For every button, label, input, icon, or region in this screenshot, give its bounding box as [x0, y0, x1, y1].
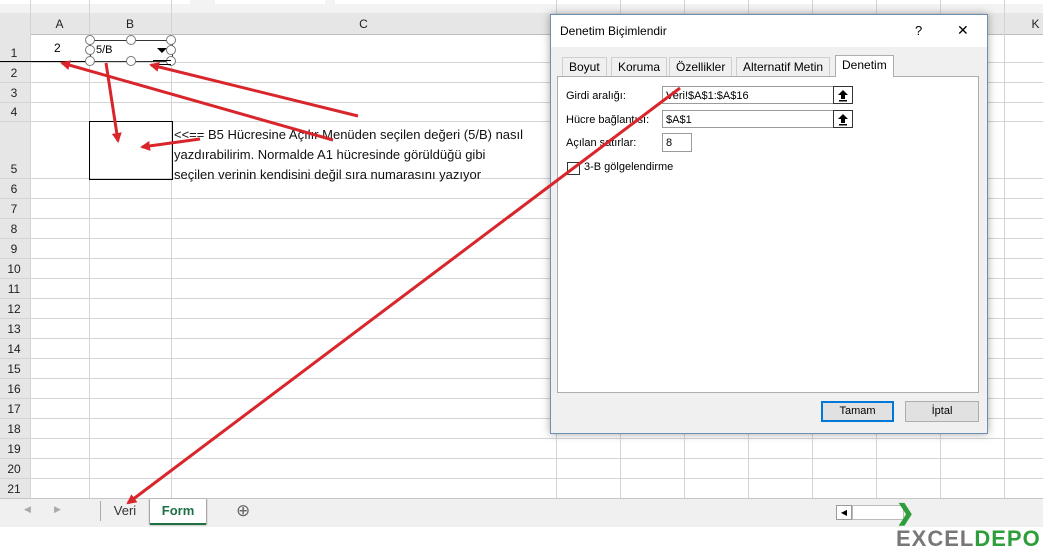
- cell-b5-outline[interactable]: [89, 121, 173, 180]
- add-sheet-icon[interactable]: ⊕: [236, 501, 250, 521]
- row-header-2[interactable]: 2: [0, 66, 28, 80]
- tab-denetim[interactable]: Denetim: [835, 55, 894, 77]
- column-header-b[interactable]: B: [89, 17, 171, 31]
- row-header-11[interactable]: 11: [0, 282, 28, 296]
- hscroll-left-icon[interactable]: ◀: [836, 505, 852, 520]
- resize-handle-top-left[interactable]: [85, 35, 95, 45]
- tab-koruma[interactable]: Koruma: [611, 57, 668, 76]
- row-header-20[interactable]: 20: [0, 462, 28, 476]
- cell-b1-underline: [153, 60, 171, 65]
- row-header-1[interactable]: 1: [0, 46, 28, 60]
- row-header-9[interactable]: 9: [0, 242, 28, 256]
- row-header-19[interactable]: 19: [0, 442, 28, 456]
- row-header-6[interactable]: 6: [0, 182, 28, 196]
- row-header-12[interactable]: 12: [0, 302, 28, 316]
- scroll-tabs-left-icon[interactable]: ◀: [24, 504, 31, 515]
- tab-divider: [100, 501, 101, 521]
- ok-button[interactable]: Tamam: [821, 401, 894, 422]
- grid-hline: [0, 438, 1043, 439]
- resize-handle-bottom-left[interactable]: [85, 56, 95, 66]
- column-header-k[interactable]: K: [1028, 17, 1043, 31]
- column-header-c[interactable]: C: [171, 17, 556, 31]
- grid-vline: [30, 0, 31, 498]
- denetim-panel: Girdi aralığı: Veri!$A$1:$A$16 Hücre bağ…: [557, 76, 979, 393]
- row-header-14[interactable]: 14: [0, 342, 28, 356]
- grid-vline: [1004, 0, 1005, 498]
- row-header-7[interactable]: 7: [0, 202, 28, 216]
- dropdown-lines-field[interactable]: 8: [662, 133, 692, 152]
- formula-bar-edge-2: [335, 0, 1043, 4]
- resize-handle-left[interactable]: [85, 45, 95, 55]
- cell-a1-border: [0, 61, 89, 62]
- row-header-18[interactable]: 18: [0, 422, 28, 436]
- scroll-tabs-right-icon[interactable]: ▶: [54, 504, 61, 515]
- tab-form-label: Form: [161, 503, 195, 518]
- watermark-logo: ❯EXCELDEPO: [896, 500, 1041, 551]
- grid-hline: [0, 478, 1043, 479]
- dialog-title: Denetim Biçimlendir: [560, 24, 667, 38]
- row-header-8[interactable]: 8: [0, 222, 28, 236]
- sheet-tab-bar: ◀ ▶ Veri Form ⊕ ◀ ❯EXCELDEPO: [0, 498, 1043, 551]
- note-line-1: <<== B5 Hücresine Açılır Menüden seçilen…: [174, 127, 524, 142]
- row-header-16[interactable]: 16: [0, 382, 28, 396]
- dialog-titlebar[interactable]: Denetim Biçimlendir ? ✕: [551, 15, 987, 47]
- tab-veri[interactable]: Veri: [104, 499, 146, 523]
- resize-handle-bottom[interactable]: [126, 56, 136, 66]
- note-line-2: yazdırabilirim. Normalde A1 hücresinde g…: [174, 147, 486, 162]
- input-range-label: Girdi aralığı:: [566, 90, 626, 102]
- row-header-4[interactable]: 4: [0, 105, 28, 119]
- grid-vline: [171, 0, 172, 498]
- note-line-3: seçilen verinin kendisini değil sıra num…: [174, 167, 482, 182]
- dropdown-value: 5/B: [96, 44, 113, 56]
- cell-link-field[interactable]: $A$1: [662, 110, 834, 128]
- cell-link-label: Hücre bağlantısı:: [566, 114, 650, 126]
- cell-a1-value[interactable]: 2: [54, 41, 61, 55]
- tab-form[interactable]: Form: [150, 499, 206, 525]
- shading-checkbox[interactable]: [567, 162, 580, 175]
- resize-handle-top-right[interactable]: [166, 35, 176, 45]
- row-header-13[interactable]: 13: [0, 322, 28, 336]
- column-header-a[interactable]: A: [30, 17, 89, 31]
- ribbon-edge: [0, 0, 1043, 13]
- tab-ozellikler[interactable]: Özellikler: [669, 57, 733, 76]
- cancel-button[interactable]: İptal: [905, 401, 979, 422]
- input-range-field[interactable]: Veri!$A$1:$A$16: [662, 86, 834, 104]
- resize-handle-top[interactable]: [126, 35, 136, 45]
- dropdown-lines-label: Açılan satırlar:: [566, 137, 637, 149]
- format-control-dialog[interactable]: Denetim Biçimlendir ? ✕ Boyut Koruma Öze…: [550, 14, 988, 434]
- name-box-edge: [0, 0, 190, 4]
- tab-alternatif-metin[interactable]: Alternatif Metin: [736, 57, 831, 76]
- row-header-5[interactable]: 5: [0, 162, 28, 176]
- shading-label: 3-B gölgelendirme: [584, 161, 674, 173]
- grid-hline: [0, 458, 1043, 459]
- close-icon[interactable]: ✕: [957, 22, 969, 39]
- collapse-link-icon[interactable]: [833, 110, 853, 128]
- row-header-17[interactable]: 17: [0, 402, 28, 416]
- row-header-10[interactable]: 10: [0, 262, 28, 276]
- row-header-3[interactable]: 3: [0, 86, 28, 100]
- formula-bar-edge: [215, 0, 325, 4]
- grid-vline: [89, 0, 90, 498]
- tab-boyut[interactable]: Boyut: [562, 57, 607, 76]
- row-header-21[interactable]: 21: [0, 482, 28, 496]
- resize-handle-right[interactable]: [166, 45, 176, 55]
- row-header-15[interactable]: 15: [0, 362, 28, 376]
- collapse-range-icon[interactable]: [833, 86, 853, 104]
- help-icon[interactable]: ?: [915, 23, 922, 38]
